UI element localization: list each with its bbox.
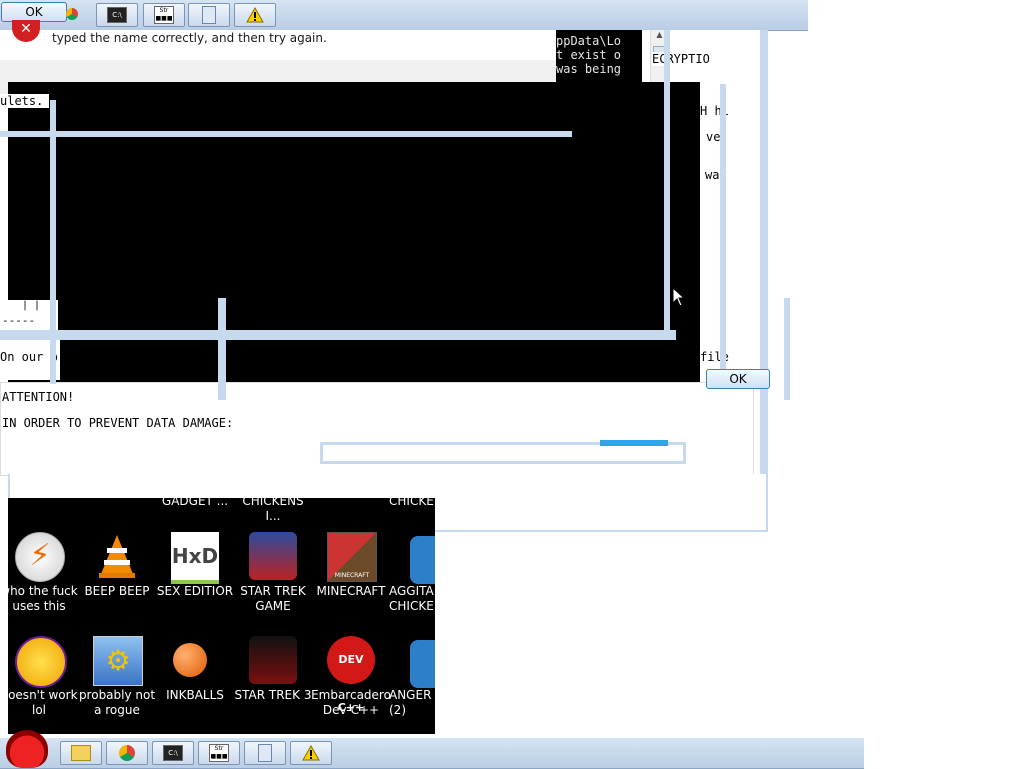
- notepad-ticks: | |: [22, 300, 41, 311]
- explorer-icon: [71, 745, 91, 761]
- window-frame-ghost: [50, 100, 56, 384]
- star-wars-birds-icon: [249, 532, 297, 580]
- window-frame-ghost: [760, 30, 768, 530]
- desktop-icon-label[interactable]: CHICKENS I...: [233, 498, 313, 524]
- chrome-icon[interactable]: [66, 8, 78, 20]
- taskbar-notepad-button[interactable]: [244, 741, 286, 765]
- window-frame-ghost: [0, 131, 572, 137]
- taskbar-cmd-button[interactable]: C:\: [152, 741, 194, 765]
- lightning-icon: ⚡: [15, 532, 65, 582]
- taskbar-warning-button[interactable]: [290, 741, 332, 765]
- window-frame-ghost: [600, 440, 668, 446]
- dev-cpp-icon: DEV C++: [327, 636, 375, 714]
- right-fragment: ve: [706, 130, 721, 144]
- minecraft-icon: MINECRAFT: [327, 532, 377, 582]
- script-icon: Str ■■■: [154, 6, 174, 24]
- cmd-icon: C:\: [163, 745, 183, 761]
- window-frame-ghost: [664, 30, 670, 332]
- attention-text: ATTENTION!: [2, 390, 75, 404]
- notepad-dashes: -----: [2, 314, 36, 327]
- cmd-icon: C:\: [107, 7, 127, 23]
- window-frame-ghost: [0, 330, 676, 340]
- taskbar-cmd-button[interactable]: C:\: [96, 3, 138, 27]
- console-line: ppData\Lo: [556, 34, 622, 48]
- taskbar-notepad-button[interactable]: [188, 3, 230, 27]
- desktop-icon-label[interactable]: CHICKE: [389, 498, 435, 509]
- console-left-fragment: ulets.: [0, 94, 50, 108]
- taskbar-explorer-button[interactable]: [60, 741, 102, 765]
- console-line: t exist o: [556, 48, 622, 62]
- bottom-taskbar: C:\ Str ■■■: [0, 730, 864, 769]
- window-frame-ghost: [784, 298, 790, 400]
- window-frame-ghost: [218, 298, 226, 400]
- console-output: ppData\Lo t exist o was being: [556, 30, 642, 82]
- warning-icon: [302, 745, 320, 761]
- yahoo-messenger-icon: [15, 636, 67, 688]
- console-line: was being: [556, 62, 622, 76]
- prevent-damage-text: IN ORDER TO PREVENT DATA DAMAGE:: [2, 416, 234, 430]
- notepad-icon: [258, 744, 272, 762]
- taskbar-warning-button[interactable]: [234, 3, 276, 27]
- chrome-icon: [119, 745, 135, 761]
- angry-birds-icon: [410, 640, 435, 688]
- top-taskbar: OK C:\ Str ■■■: [0, 0, 808, 31]
- inkball-icon: [173, 643, 207, 677]
- window-frame-ghost: [720, 84, 726, 374]
- ok-button[interactable]: OK: [706, 369, 770, 389]
- hxd-icon: HxD: [171, 532, 219, 584]
- notepad-icon: [202, 6, 216, 24]
- warning-icon: [246, 7, 264, 23]
- taskbar-script-button[interactable]: Str ■■■: [198, 741, 240, 765]
- error-message: typed the name correctly, and then try a…: [52, 31, 327, 45]
- settings-gear-icon: ⚙: [93, 636, 143, 686]
- script-icon: Str ■■■: [209, 744, 229, 762]
- right-fragment-decryption: ECRYPTIO: [652, 52, 710, 66]
- start-orb-icon[interactable]: [6, 730, 48, 768]
- top-ok-button[interactable]: OK: [1, 2, 67, 22]
- taskbar-chrome-button[interactable]: [106, 741, 148, 765]
- mouse-cursor-icon: [672, 287, 686, 307]
- angry-birds-icon: [410, 536, 435, 584]
- taskbar-script-button[interactable]: Str ■■■: [143, 3, 185, 27]
- desktop-area: GADGET ... CHICKENS I... CHICKE ⚡ who th…: [8, 498, 435, 734]
- vlc-cone-icon: [99, 535, 135, 578]
- desktop-icon-label[interactable]: GADGET ...: [155, 498, 235, 509]
- star-wars-birds-icon: [249, 636, 297, 684]
